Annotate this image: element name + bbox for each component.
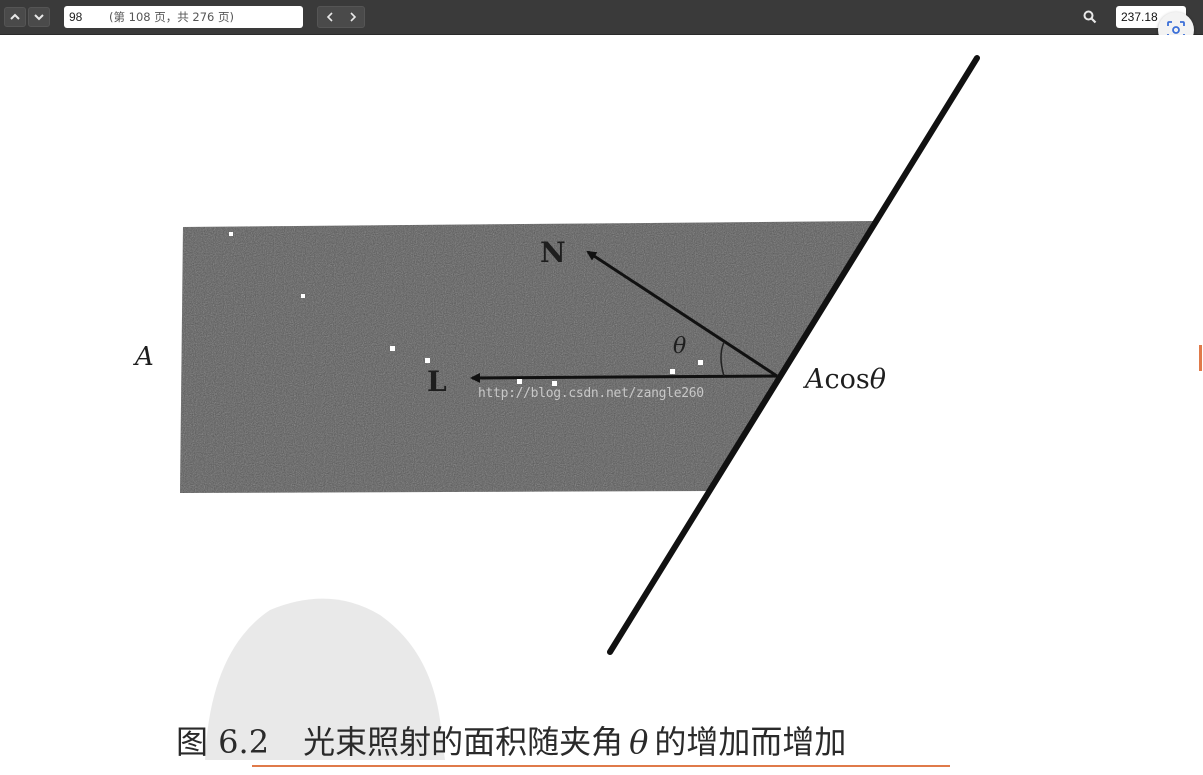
- area-label-a: A: [135, 342, 154, 372]
- normal-label-n: N: [540, 236, 566, 269]
- light-vector-l: [470, 372, 778, 383]
- caption-text-part2: 的增加而增加: [654, 723, 847, 761]
- light-label-l: L: [427, 365, 447, 398]
- blog-url-watermark: http://blog.csdn.net/zangle260: [478, 386, 704, 401]
- projected-area-cos: cos: [824, 364, 870, 395]
- angle-label-theta: θ: [673, 334, 687, 359]
- caption-underline: [252, 765, 950, 767]
- caption-number: 图 6.2: [176, 723, 270, 761]
- light-beam: [180, 221, 874, 493]
- caption-theta: θ: [629, 723, 649, 761]
- caption-text-part1: 光束照射的面积随夹角: [303, 723, 624, 761]
- projected-area-label: Acosθ: [805, 364, 886, 395]
- figure-caption: 图 6.2 光束照射的面积随夹角 θ 的增加而增加: [176, 717, 846, 763]
- projected-area-theta: θ: [869, 364, 886, 395]
- projected-area-a: A: [805, 364, 825, 395]
